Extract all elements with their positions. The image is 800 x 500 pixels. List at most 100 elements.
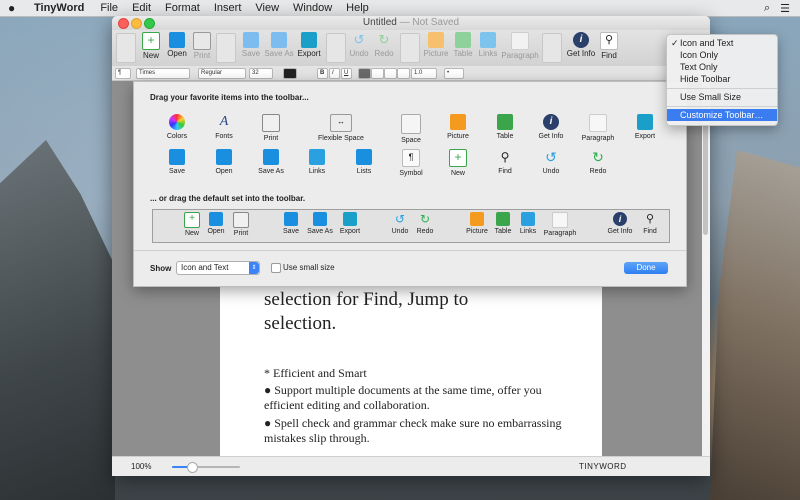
default-redo-label: Redo <box>416 228 434 235</box>
toolbar-get-info-label: Get Info <box>566 49 596 58</box>
toolbar-get-info[interactable]: i Get Info <box>564 32 598 58</box>
save-icon <box>169 149 185 165</box>
menu-insert[interactable]: Insert <box>214 2 242 14</box>
spotlight-icon[interactable]: ⌕ <box>764 2 770 15</box>
toolbar-print[interactable]: Print <box>187 32 217 60</box>
paragraph-icon <box>511 32 529 50</box>
show-mode-select[interactable]: Icon and Text ⇕ <box>176 261 260 275</box>
paragraph-style-select[interactable]: ¶ <box>115 68 131 79</box>
menu-separator <box>667 106 777 107</box>
default-table-label: Table <box>494 228 512 235</box>
palette-table[interactable]: Table <box>482 114 528 140</box>
palette-find[interactable]: ⚲ Find <box>482 149 528 175</box>
menu-item-hide-toolbar[interactable]: Hide Toolbar <box>667 73 777 85</box>
toolbar-find[interactable]: ⚲ Find <box>594 32 624 60</box>
palette-open-label: Open <box>215 168 233 175</box>
zoom-slider[interactable] <box>172 462 240 473</box>
list-style-select[interactable]: • <box>444 68 464 79</box>
menu-format[interactable]: Format <box>165 2 200 14</box>
align-left-button[interactable] <box>358 68 371 79</box>
table-icon <box>455 32 471 48</box>
toolbar-redo[interactable]: ↻ Redo <box>369 32 399 58</box>
menu-item-icon-and-text[interactable]: ✓ Icon and Text <box>667 37 777 49</box>
align-right-button[interactable] <box>384 68 397 79</box>
close-button[interactable] <box>118 18 129 29</box>
palette-export[interactable]: Export <box>622 114 668 140</box>
text-color-well[interactable] <box>283 68 297 79</box>
zoom-slider-knob[interactable] <box>187 462 199 473</box>
palette-symbol[interactable]: ¶ Symbol <box>388 149 434 177</box>
palette-paragraph[interactable]: Paragraph <box>575 114 621 142</box>
palette-get-info[interactable]: i Get Info <box>528 114 574 140</box>
palette-redo[interactable]: ↻ Redo <box>575 149 621 175</box>
toolbar-paragraph[interactable]: Paragraph <box>500 32 540 60</box>
magnifier-icon: ⚲ <box>500 150 510 164</box>
menu-file[interactable]: File <box>100 2 118 14</box>
toolbar-redo-label: Redo <box>374 49 394 58</box>
default-open: Open <box>203 212 229 235</box>
palette-save-as[interactable]: Save As <box>248 149 294 175</box>
palette-fonts[interactable]: A Fonts <box>201 114 247 140</box>
redo-icon: ↻ <box>419 212 431 226</box>
align-center-button[interactable] <box>371 68 384 79</box>
default-export: Export <box>337 212 363 235</box>
toolbar-picture[interactable]: Picture <box>421 32 451 58</box>
palette-save[interactable]: Save <box>154 149 200 175</box>
palette-picture[interactable]: Picture <box>435 114 481 140</box>
bold-button[interactable]: B <box>317 68 328 79</box>
menu-edit[interactable]: Edit <box>132 2 151 14</box>
toolbar-save-as[interactable]: Save As <box>264 32 294 58</box>
menu-item-customize-toolbar[interactable]: Customize Toolbar… <box>667 109 777 121</box>
printer-icon <box>193 32 211 50</box>
undo-icon: ↺ <box>394 212 406 226</box>
vertical-scrollbar[interactable] <box>702 81 710 456</box>
toolbar-export[interactable]: Export <box>294 32 324 58</box>
menu-item-icon-only[interactable]: Icon Only <box>667 49 777 61</box>
toolbar-find-label: Find <box>601 51 617 60</box>
window-title: Untitled <box>362 17 397 28</box>
default-toolbar-set[interactable]: + New Open Print Save Save As Export ↺ Und… <box>152 209 670 243</box>
palette-colors[interactable]: Colors <box>154 114 200 140</box>
align-justify-button[interactable] <box>397 68 410 79</box>
apple-menu-icon[interactable]: ● <box>8 1 22 15</box>
toolbar-undo-label: Undo <box>349 49 369 58</box>
toolbar-space <box>400 33 420 63</box>
underline-button[interactable]: U <box>341 68 352 79</box>
menu-window[interactable]: Window <box>293 2 332 14</box>
palette-undo[interactable]: ↺ Undo <box>528 149 574 175</box>
line-spacing-select[interactable]: 1.0 <box>411 68 437 79</box>
font-style-select[interactable]: Regular <box>198 68 246 79</box>
save-as-icon <box>271 32 287 48</box>
notification-center-icon[interactable]: ☰ <box>780 2 790 15</box>
palette-print[interactable]: Print <box>248 114 294 142</box>
palette-lists-label: Lists <box>356 168 372 175</box>
menu-item-text-only[interactable]: Text Only <box>667 61 777 73</box>
paragraph-icon <box>589 114 607 132</box>
menu-item-use-small-size[interactable]: Use Small Size <box>667 91 777 103</box>
default-paragraph-label: Paragraph <box>543 230 577 237</box>
menu-help[interactable]: Help <box>346 2 369 14</box>
magnifier-icon: ⚲ <box>645 213 655 225</box>
use-small-size-checkbox[interactable] <box>271 263 281 273</box>
palette-lists[interactable]: Lists <box>341 149 387 175</box>
default-open-label: Open <box>207 228 225 235</box>
font-size-select[interactable]: 32 <box>249 68 273 79</box>
palette-open[interactable]: Open <box>201 149 247 175</box>
palette-new[interactable]: + New <box>435 149 481 177</box>
save-as-icon <box>313 212 327 226</box>
palette-links[interactable]: Links <box>294 149 340 175</box>
menu-view[interactable]: View <box>255 2 279 14</box>
default-get-info-label: Get Info <box>607 228 633 235</box>
palette-space[interactable]: Space <box>388 114 434 144</box>
done-button[interactable]: Done <box>624 262 668 274</box>
default-set-heading: ... or drag the default set into the too… <box>150 194 306 203</box>
palette-flexible-space[interactable]: ↔ Flexible Space <box>312 114 370 142</box>
italic-button[interactable]: I <box>329 68 340 79</box>
toolbar-save[interactable]: Save <box>236 32 266 58</box>
app-menu[interactable]: TinyWord <box>34 2 84 14</box>
zoom-button[interactable] <box>144 18 155 29</box>
minimize-button[interactable] <box>131 18 142 29</box>
font-family-select[interactable]: Times <box>136 68 190 79</box>
toolbar-links[interactable]: Links <box>473 32 503 58</box>
palette-paragraph-label: Paragraph <box>581 135 615 142</box>
